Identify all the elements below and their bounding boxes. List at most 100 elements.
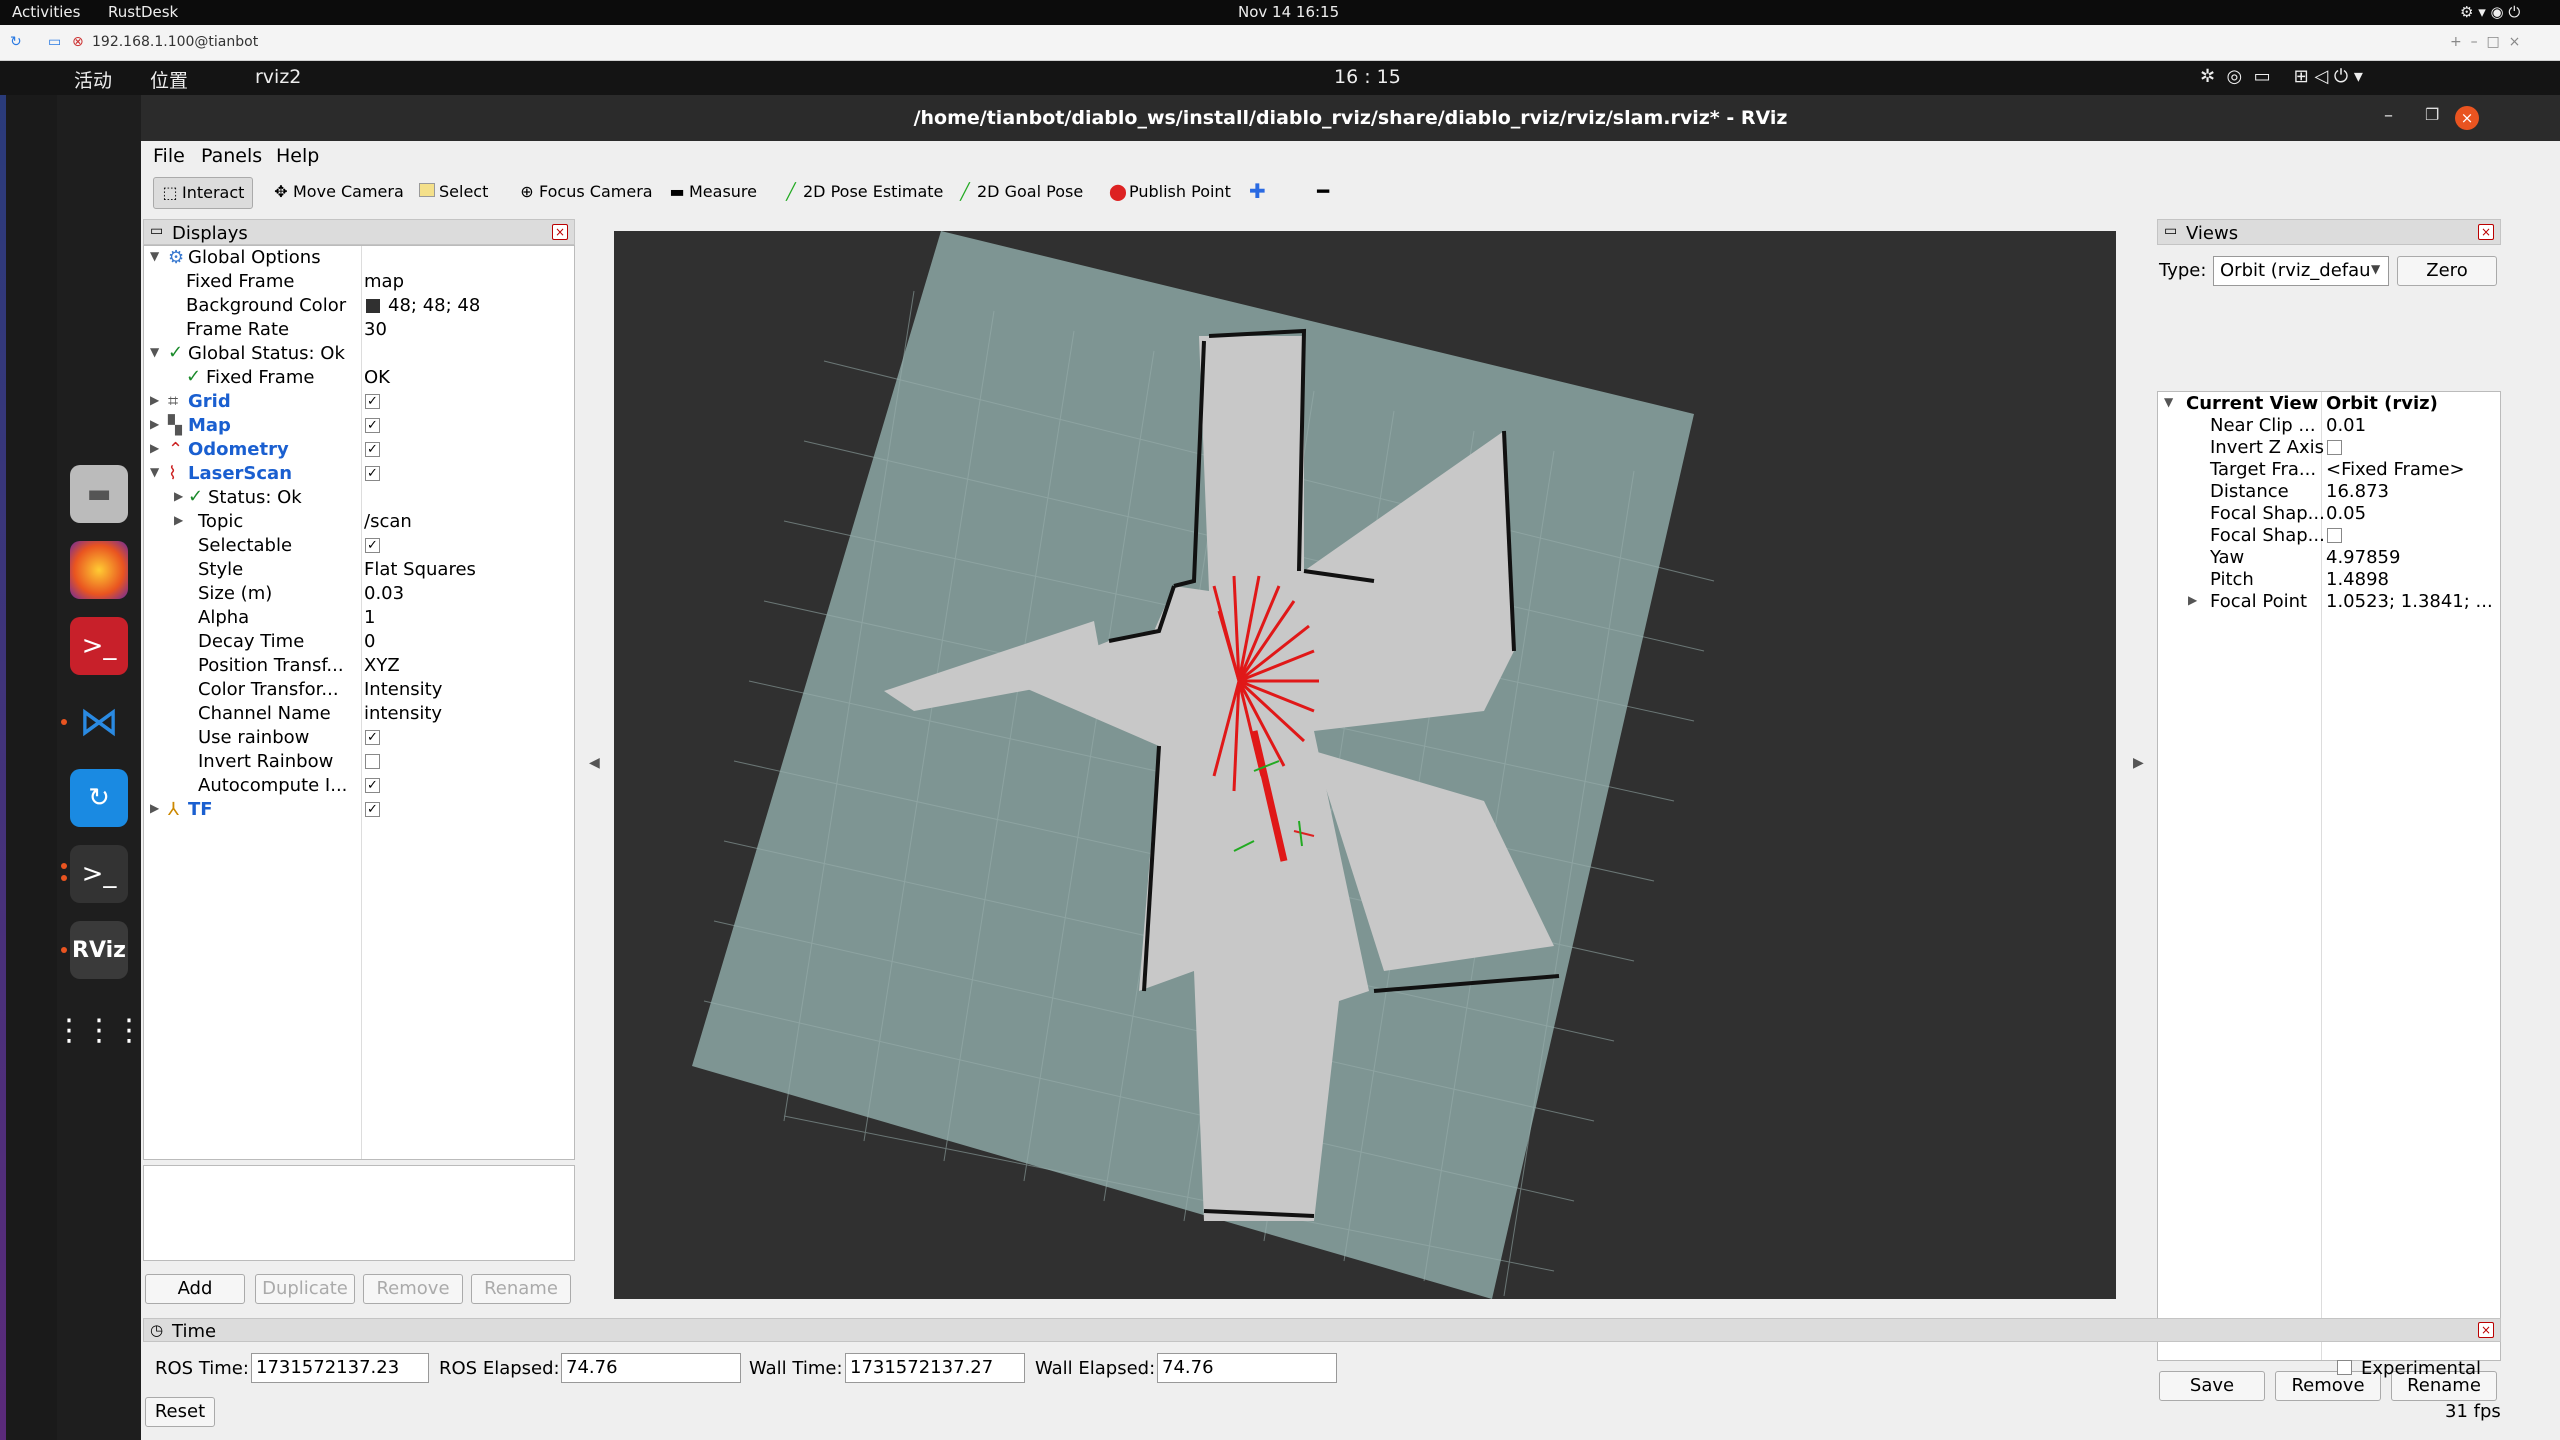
menu-file[interactable]: File (153, 145, 185, 167)
tree-row[interactable]: Position Transf... XYZ (144, 654, 574, 678)
3d-viewport[interactable] (614, 231, 2116, 1299)
expand-arrow-icon[interactable]: ▼ (150, 465, 159, 479)
tree-row[interactable]: ▶ ✓ Status: Ok (144, 486, 574, 510)
enable-checkbox[interactable]: ✓ (365, 802, 380, 817)
collapse-right-icon[interactable]: ▶ (2133, 755, 2144, 771)
enable-checkbox[interactable]: ✓ (365, 394, 380, 409)
invert-rainbow-checkbox[interactable] (365, 754, 380, 769)
close-icon[interactable]: × (2478, 224, 2494, 240)
menu-help[interactable]: Help (276, 145, 319, 167)
window-controls[interactable]: + – □ × (2450, 34, 2520, 50)
remove-tool-button[interactable]: ━ (1309, 177, 1337, 209)
tree-row-tf[interactable]: ▶ ⅄ TF ✓ (144, 798, 574, 822)
use-rainbow-checkbox[interactable]: ✓ (365, 730, 380, 745)
tree-row[interactable]: Focal Shap... 0.05 (2158, 502, 2498, 526)
zero-button[interactable]: Zero (2397, 256, 2497, 286)
close-tab-icon[interactable]: ⊗ (72, 34, 84, 50)
tree-row[interactable]: Frame Rate 30 (144, 318, 574, 342)
tree-row[interactable]: Invert Rainbow (144, 750, 574, 774)
expand-arrow-icon[interactable]: ▼ (150, 249, 159, 263)
monitor-icon[interactable]: ▭ (48, 34, 61, 50)
autocompute-checkbox[interactable]: ✓ (365, 778, 380, 793)
system-tray-icon[interactable]: ⚙ ▾ ◉ ⏻ (2460, 3, 2520, 21)
tree-row-odometry[interactable]: ▶ ⌃ Odometry ✓ (144, 438, 574, 462)
tree-row[interactable]: Near Clip ... 0.01 (2158, 414, 2498, 438)
expand-arrow-icon[interactable]: ▶ (174, 489, 183, 503)
tree-row[interactable]: Channel Name intensity (144, 702, 574, 726)
move-camera-tool[interactable]: ✥ Move Camera (265, 177, 412, 209)
rename-display-button[interactable]: Rename (471, 1274, 571, 1304)
focal-shape-checkbox[interactable] (2327, 528, 2342, 543)
rustdesk-app-menu[interactable]: RustDesk (108, 3, 178, 21)
enable-checkbox[interactable]: ✓ (365, 466, 380, 481)
remove-display-button[interactable]: Remove (363, 1274, 463, 1304)
activities-button[interactable]: Activities (12, 3, 80, 21)
remote-places-menu[interactable]: 位置 (150, 66, 188, 93)
selectable-checkbox[interactable]: ✓ (365, 538, 380, 553)
tree-row[interactable]: ▶ Focal Point 1.0523; 1.3841; ... (2158, 590, 2498, 614)
tree-row-laserscan[interactable]: ▼ ⌇ LaserScan ✓ (144, 462, 574, 486)
interact-tool[interactable]: ⬚ Interact (153, 177, 254, 209)
publish-point-tool[interactable]: ⬤ Publish Point (1101, 177, 1239, 209)
tree-row-global-status[interactable]: ▼ ✓ Global Status: Ok (144, 342, 574, 366)
tree-row[interactable]: Distance 16.873 (2158, 480, 2498, 504)
ros-time-field[interactable]: 1731572137.23 (251, 1353, 429, 1383)
measure-tool[interactable]: ▬ Measure (661, 177, 765, 209)
tree-row[interactable]: Background Color 48; 48; 48 (144, 294, 574, 318)
tree-row[interactable]: Target Fra... <Fixed Frame> (2158, 458, 2498, 482)
rviz-icon[interactable]: RViz (61, 921, 128, 979)
app-grid-icon[interactable]: ⋮⋮⋮ (54, 1001, 144, 1059)
tree-row[interactable]: Yaw 4.97859 (2158, 546, 2498, 570)
pose-estimate-tool[interactable]: ╱ 2D Pose Estimate (775, 177, 951, 209)
expand-arrow-icon[interactable]: ▼ (2164, 395, 2173, 409)
close-icon[interactable]: × (552, 224, 568, 240)
tree-row[interactable]: Invert Z Axis (2158, 436, 2498, 460)
remote-clock[interactable]: 16 : 15 (1334, 66, 1401, 88)
save-view-button[interactable]: Save (2159, 1371, 2265, 1401)
tree-row[interactable]: Fixed Frame map (144, 270, 574, 294)
rustdesk-icon[interactable]: ↻ (70, 769, 128, 827)
close-window-button[interactable]: × (2455, 106, 2479, 130)
tree-row[interactable]: Selectable ✓ (144, 534, 574, 558)
tree-row-global-options[interactable]: ▼ ⚙ Global Options (144, 246, 574, 270)
close-icon[interactable]: × (2478, 1322, 2494, 1338)
reset-button[interactable]: Reset (145, 1397, 215, 1427)
firefox-icon[interactable] (70, 541, 128, 599)
expand-arrow-icon[interactable]: ▶ (174, 513, 183, 527)
tree-row[interactable]: Alpha 1 (144, 606, 574, 630)
minimize-button[interactable]: – (2384, 105, 2393, 126)
tree-row[interactable]: Style Flat Squares (144, 558, 574, 582)
vscode-icon[interactable]: ⋈ (61, 693, 128, 751)
remote-tab-title[interactable]: 192.168.1.100@tianbot (92, 34, 258, 50)
wall-elapsed-field[interactable]: 74.76 (1157, 1353, 1337, 1383)
files-icon[interactable]: ▬ (70, 465, 128, 523)
enable-checkbox[interactable]: ✓ (365, 442, 380, 457)
terminal-icon[interactable]: >_ (61, 845, 128, 903)
tree-row-current-view[interactable]: ▼ Current View Orbit (rviz) (2158, 392, 2498, 416)
experimental-checkbox[interactable] (2337, 1360, 2352, 1375)
expand-arrow-icon[interactable]: ▼ (150, 345, 159, 359)
chevron-down-icon[interactable]: ▼ (2371, 262, 2380, 276)
maximize-button[interactable]: ❐ (2425, 105, 2439, 124)
tree-row[interactable]: Autocompute I... ✓ (144, 774, 574, 798)
collapse-left-icon[interactable]: ◀ (589, 755, 600, 771)
expand-arrow-icon[interactable]: ▶ (150, 441, 159, 455)
expand-arrow-icon[interactable]: ▶ (150, 417, 159, 431)
tree-row[interactable]: ✓ Fixed Frame OK (144, 366, 574, 390)
remote-app-menu[interactable]: rviz2 (255, 66, 301, 88)
invert-z-checkbox[interactable] (2327, 440, 2342, 455)
add-tool-button[interactable]: ✚ (1241, 177, 1274, 209)
terminal-red-icon[interactable]: >_ (70, 617, 128, 675)
tree-row[interactable]: Color Transfor... Intensity (144, 678, 574, 702)
select-tool[interactable]: Select (411, 177, 496, 209)
tree-row[interactable]: Focal Shap... (2158, 524, 2498, 548)
ros-elapsed-field[interactable]: 74.76 (561, 1353, 741, 1383)
menu-panels[interactable]: Panels (201, 145, 262, 167)
goal-pose-tool[interactable]: ╱ 2D Goal Pose (949, 177, 1091, 209)
wall-time-field[interactable]: 1731572137.27 (845, 1353, 1025, 1383)
duplicate-display-button[interactable]: Duplicate (255, 1274, 355, 1304)
remote-activities[interactable]: 活动 (74, 66, 112, 93)
tree-row[interactable]: Pitch 1.4898 (2158, 568, 2498, 592)
host-clock[interactable]: Nov 14 16:15 (1238, 3, 1339, 21)
tree-row[interactable]: ▶ Topic/scan (144, 510, 574, 534)
